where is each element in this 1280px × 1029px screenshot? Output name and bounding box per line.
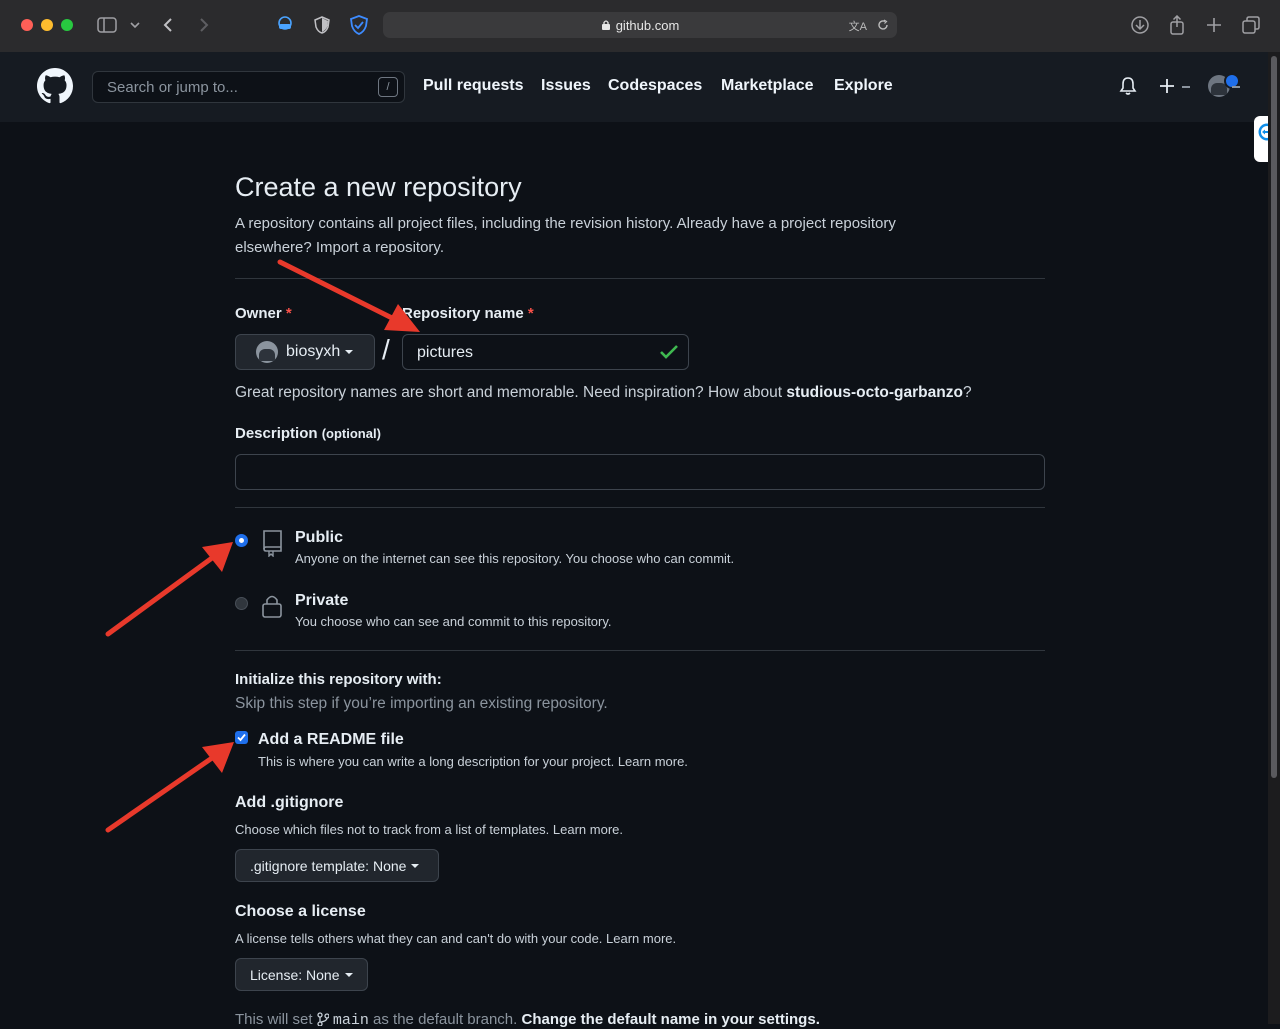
- zoom-window-button[interactable]: [61, 19, 73, 31]
- downloads-icon[interactable]: [1129, 14, 1151, 36]
- gitignore-button-label: .gitignore template: None: [250, 857, 407, 874]
- description-label: Description (optional): [235, 425, 381, 442]
- divider: [235, 278, 1045, 279]
- reload-icon[interactable]: [877, 19, 889, 31]
- branch-settings-link[interactable]: Change the default name in your settings…: [521, 1011, 819, 1028]
- page-scrollbar-thumb[interactable]: [1271, 56, 1277, 778]
- chevron-down-icon: [411, 863, 420, 868]
- readme-checkbox[interactable]: [235, 731, 248, 744]
- license-select[interactable]: License: None: [235, 958, 368, 991]
- chevron-down-icon[interactable]: [124, 14, 146, 36]
- page-title: Create a new repository: [235, 172, 522, 202]
- public-desc: Anyone on the internet can see this repo…: [295, 551, 735, 566]
- search-placeholder: Search or jump to...: [107, 79, 238, 96]
- annotation-arrowhead-public: [202, 542, 233, 572]
- repo-name-value: pictures: [417, 344, 474, 361]
- private-desc: You choose who can see and commit to thi…: [295, 614, 612, 629]
- gitignore-select[interactable]: .gitignore template: None: [235, 849, 439, 882]
- owner-repo-separator: /: [382, 334, 390, 365]
- nav-pull-requests[interactable]: Pull requests: [423, 77, 523, 95]
- description-input[interactable]: [235, 454, 1045, 490]
- public-radio[interactable]: [235, 534, 248, 547]
- intro-line-1: A repository contains all project files,…: [235, 215, 896, 232]
- browser-toolbar: github.com 文A: [0, 0, 1280, 53]
- repo-book-icon: [263, 530, 282, 557]
- url-text: github.com: [615, 17, 680, 33]
- divider: [235, 507, 1045, 508]
- minimize-window-button[interactable]: [41, 19, 53, 31]
- create-new-plus-icon[interactable]: [1159, 77, 1193, 95]
- translate-icon[interactable]: 文A: [849, 18, 867, 34]
- annotation-arrows: [105, 259, 420, 833]
- github-logo-icon[interactable]: [37, 68, 73, 104]
- nav-issues[interactable]: Issues: [541, 77, 591, 95]
- annotation-arrow-public: [105, 555, 215, 637]
- annotation-arrowhead-readme: [202, 742, 234, 773]
- valid-check-icon: [660, 345, 678, 359]
- init-desc: Skip this step if you’re importing an ex…: [235, 695, 608, 712]
- page-intro: A repository contains all project files,…: [235, 212, 1045, 260]
- readme-label[interactable]: Add a README file: [258, 731, 404, 749]
- default-branch-note: This will set main as the default branch…: [235, 1011, 820, 1029]
- private-title: Private: [295, 592, 349, 609]
- intro-line-2: elsewhere? Import a repository.: [235, 239, 444, 256]
- branch-name: main: [332, 1012, 369, 1029]
- repo-name-label: Repository name *: [402, 305, 534, 322]
- github-header: Search or jump to... / Pull requests Iss…: [0, 52, 1268, 122]
- name-suggestion-link[interactable]: studious-octo-garbanzo: [786, 384, 963, 401]
- lock-icon: [601, 20, 610, 30]
- new-tab-icon[interactable]: [1203, 14, 1225, 36]
- license-desc: A license tells others what they can and…: [235, 931, 677, 946]
- extension-mask-icon[interactable]: [274, 14, 296, 36]
- license-title: Choose a license: [235, 903, 366, 920]
- extension-check-shield-icon[interactable]: [348, 14, 370, 36]
- search-input[interactable]: Search or jump to... /: [92, 71, 405, 103]
- address-bar[interactable]: github.com 文A: [383, 12, 897, 38]
- nav-marketplace[interactable]: Marketplace: [721, 77, 814, 95]
- annotation-arrow-repo-name: [277, 259, 395, 321]
- nav-explore[interactable]: Explore: [834, 77, 893, 95]
- readme-desc: This is where you can write a long descr…: [258, 754, 688, 769]
- annotation-arrow-readme: [105, 755, 215, 833]
- avatar-dropdown-indicator: [1232, 86, 1240, 88]
- owner-label: Owner *: [235, 305, 292, 322]
- init-title: Initialize this repository with:: [235, 671, 442, 688]
- chevron-down-icon: [344, 972, 353, 977]
- divider: [235, 650, 1045, 651]
- privacy-shield-icon[interactable]: [311, 14, 333, 36]
- lock-icon: [262, 595, 282, 618]
- back-icon[interactable]: [157, 14, 179, 36]
- tab-overview-icon[interactable]: [1240, 14, 1262, 36]
- gitignore-title: Add .gitignore: [235, 794, 344, 811]
- slash-shortcut-badge: /: [378, 77, 398, 97]
- gitignore-desc: Choose which files not to track from a l…: [235, 822, 624, 837]
- notifications-bell-icon[interactable]: [1118, 76, 1138, 96]
- owner-value: biosyxh: [286, 343, 341, 360]
- owner-avatar: [256, 341, 278, 363]
- chevron-down-icon: [345, 350, 354, 354]
- close-window-button[interactable]: [21, 19, 33, 31]
- checkmark-icon: [237, 733, 246, 742]
- forward-icon[interactable]: [193, 14, 215, 36]
- nav-codespaces[interactable]: Codespaces: [608, 77, 702, 95]
- name-hint: Great repository names are short and mem…: [235, 384, 972, 401]
- license-button-label: License: None: [250, 966, 340, 983]
- public-title: Public: [295, 529, 344, 546]
- owner-select[interactable]: biosyxh: [235, 334, 375, 370]
- repo-name-input[interactable]: pictures: [402, 334, 689, 370]
- share-icon[interactable]: [1166, 14, 1188, 36]
- sidebar-toggle-icon[interactable]: [96, 14, 118, 36]
- private-radio[interactable]: [235, 597, 248, 610]
